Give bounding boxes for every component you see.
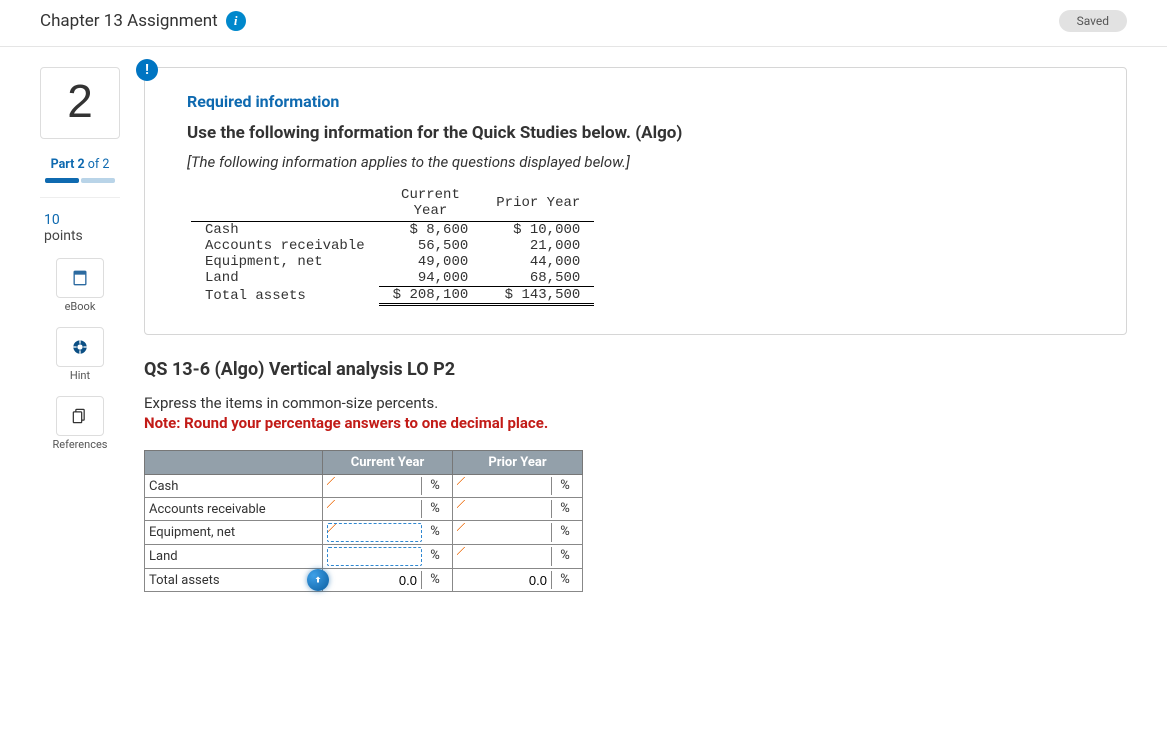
- answer-input-total-current[interactable]: [327, 571, 422, 589]
- alert-badge-icon[interactable]: !: [136, 59, 158, 81]
- table-row: Accounts receivable56,50021,000: [191, 238, 594, 254]
- answer-row: Accounts receivable % %: [145, 498, 583, 521]
- book-icon: [70, 268, 90, 288]
- answer-input-cash-current[interactable]: [327, 477, 422, 495]
- required-info-heading: Required information: [187, 92, 1084, 111]
- part-progress: [45, 178, 115, 183]
- answer-row: Land % %: [145, 545, 583, 569]
- table-row: Cash$ 8,600$ 10,000: [191, 222, 594, 239]
- sidebar: 2 Part 2 of 2 10 points eBook Hint Refer…: [40, 67, 120, 592]
- answer-table: Current Year Prior Year Cash % % Account…: [144, 450, 583, 592]
- instruction-subtext: [The following information applies to th…: [187, 153, 1084, 171]
- answer-total-row: Total assets % %: [145, 569, 583, 592]
- answer-col-prior: Prior Year: [453, 451, 583, 475]
- answer-input-equip-prior[interactable]: [457, 523, 552, 542]
- question-note: Note: Round your percentage answers to o…: [144, 414, 1127, 432]
- info-icon[interactable]: i: [226, 11, 246, 31]
- ebook-label: eBook: [65, 300, 96, 313]
- question-number-card: 2: [40, 67, 120, 139]
- copy-icon: [70, 406, 90, 426]
- answer-input-land-current[interactable]: [327, 547, 422, 566]
- answer-input-equip-current[interactable]: [327, 523, 422, 542]
- col-current-year: Current Year: [379, 187, 483, 222]
- table-total-row: Total assets $ 208,100 $ 143,500: [191, 287, 594, 305]
- answer-row: Equipment, net % %: [145, 521, 583, 545]
- expand-up-icon[interactable]: [307, 569, 329, 591]
- hint-button[interactable]: [56, 327, 104, 367]
- page-title: Chapter 13 Assignment: [40, 11, 218, 31]
- references-label: References: [53, 438, 108, 451]
- table-row: Equipment, net49,00044,000: [191, 254, 594, 270]
- lifesaver-icon: [70, 337, 90, 357]
- top-bar: Chapter 13 Assignment i Saved: [0, 0, 1167, 47]
- answer-input-total-prior[interactable]: [457, 571, 552, 589]
- col-prior-year: Prior Year: [482, 187, 594, 222]
- answer-input-land-prior[interactable]: [457, 547, 552, 566]
- data-table: Current Year Prior Year Cash$ 8,600$ 10,…: [191, 187, 594, 306]
- question-instruction: Express the items in common-size percent…: [144, 394, 1127, 412]
- part-indicator: Part 2 of 2: [40, 157, 120, 172]
- hint-label: Hint: [70, 369, 90, 382]
- ebook-button[interactable]: [56, 258, 104, 298]
- table-row: Land94,00068,500: [191, 270, 594, 287]
- info-card: Required information Use the following i…: [144, 67, 1127, 335]
- question-title: QS 13-6 (Algo) Vertical analysis LO P2: [144, 359, 1127, 380]
- saved-indicator: Saved: [1059, 10, 1127, 32]
- references-button[interactable]: [56, 396, 104, 436]
- answer-input-ar-prior[interactable]: [457, 500, 552, 518]
- instruction-heading: Use the following information for the Qu…: [187, 123, 1084, 143]
- answer-input-cash-prior[interactable]: [457, 477, 552, 495]
- answer-input-ar-current[interactable]: [327, 500, 422, 518]
- answer-col-current: Current Year: [323, 451, 453, 475]
- points-display: 10 points: [40, 212, 120, 244]
- answer-row: Cash % %: [145, 475, 583, 498]
